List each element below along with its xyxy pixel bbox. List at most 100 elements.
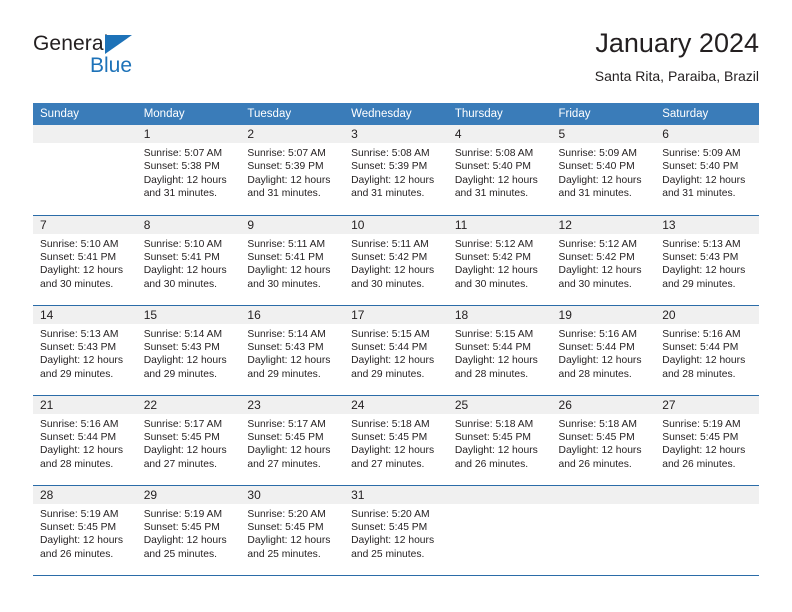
- day-daylight-text: and 28 minutes.: [454, 368, 529, 380]
- day-daylight-text: and 26 minutes.: [40, 548, 114, 560]
- day-number: 30: [240, 485, 345, 504]
- weekday-header-tuesday: Tuesday: [240, 103, 345, 125]
- day-daylight-text: Daylight: 12 hours: [143, 174, 227, 186]
- day-number: 17: [344, 305, 448, 324]
- day-number: 18: [447, 305, 552, 324]
- day-daylight-text: and 30 minutes.: [143, 278, 217, 290]
- day-sunset-text: Sunset: 5:44 PM: [558, 341, 635, 353]
- calendar-day-cell[interactable]: 26 Sunrise: 5:18 AM Sunset: 5:45 PM Dayligh…: [551, 395, 656, 486]
- calendar-day-cell[interactable]: 23 Sunrise: 5:17 AM Sunset: 5:45 PM Dayligh…: [240, 395, 345, 486]
- title-block: January 2024 Santa Rita, Paraiba, Brazil: [595, 26, 759, 86]
- day-cell-content: 19 Sunrise: 5:16 AM Sunset: 5:44 PM Dayligh…: [551, 305, 656, 395]
- calendar-day-cell[interactable]: 8 Sunrise: 5:10 AM Sunset: 5:41 PM Daylight…: [136, 215, 241, 306]
- calendar-day-cell[interactable]: 3 Sunrise: 5:08 AM Sunset: 5:39 PM Daylight…: [344, 125, 448, 216]
- day-cell-content: 5 Sunrise: 5:09 AM Sunset: 5:40 PM Daylight…: [551, 125, 656, 215]
- day-sunrise-text: Sunrise: 5:09 AM: [558, 148, 637, 159]
- day-number: 16: [240, 305, 345, 324]
- day-sunrise-text: Sunrise: 5:09 AM: [662, 148, 741, 159]
- day-daylight-text: and 27 minutes.: [351, 458, 425, 470]
- day-number: 24: [344, 395, 448, 414]
- calendar-day-cell[interactable]: 11 Sunrise: 5:12 AM Sunset: 5:42 PM Dayligh…: [447, 215, 552, 306]
- day-sunrise-text: Sunrise: 5:13 AM: [40, 328, 119, 340]
- calendar-day-cell[interactable]: 1 Sunrise: 5:07 AM Sunset: 5:38 PM Daylight…: [136, 125, 241, 216]
- day-sunrise-text: Sunrise: 5:07 AM: [247, 148, 326, 159]
- calendar-day-cell[interactable]: 20 Sunrise: 5:16 AM Sunset: 5:44 PM Dayligh…: [655, 305, 759, 396]
- calendar-day-cell[interactable]: 31 Sunrise: 5:20 AM Sunset: 5:45 PM Dayligh…: [344, 485, 448, 576]
- day-details: Sunrise: 5:10 AM Sunset: 5:41 PM Daylight:…: [33, 234, 137, 292]
- calendar-day-cell[interactable]: 9 Sunrise: 5:11 AM Sunset: 5:41 PM Daylight…: [240, 215, 345, 306]
- day-sunset-text: Sunset: 5:45 PM: [558, 431, 635, 443]
- day-sunrise-text: Sunrise: 5:16 AM: [40, 418, 119, 430]
- day-sunrise-text: Sunrise: 5:10 AM: [143, 238, 223, 250]
- day-number: 29: [136, 485, 241, 504]
- day-details: Sunrise: 5:11 AM Sunset: 5:41 PM Daylight:…: [240, 234, 344, 292]
- day-details: Sunrise: 5:08 AM Sunset: 5:40 PM Daylight:…: [448, 143, 552, 201]
- day-sunrise-text: Sunrise: 5:12 AM: [454, 238, 534, 250]
- calendar-day-cell[interactable]: 17 Sunrise: 5:15 AM Sunset: 5:44 PM Dayligh…: [344, 305, 448, 396]
- calendar-day-cell[interactable]: 12 Sunrise: 5:12 AM Sunset: 5:42 PM Dayligh…: [551, 215, 656, 306]
- calendar-week-row: 1 Sunrise: 5:07 AM Sunset: 5:38 PM Daylight…: [33, 125, 759, 216]
- day-daylight-text: and 26 minutes.: [558, 458, 632, 470]
- day-sunset-text: Sunset: 5:42 PM: [454, 251, 531, 263]
- day-cell-content: 27 Sunrise: 5:19 AM Sunset: 5:45 PM Dayligh…: [655, 395, 759, 485]
- day-daylight-text: Daylight: 12 hours: [143, 355, 227, 367]
- day-details: Sunrise: 5:10 AM Sunset: 5:41 PM Daylight:…: [137, 234, 241, 292]
- day-sunset-text: Sunset: 5:41 PM: [143, 251, 220, 263]
- calendar-day-cell[interactable]: 15 Sunrise: 5:14 AM Sunset: 5:43 PM Dayligh…: [136, 305, 241, 396]
- calendar-day-cell[interactable]: 6 Sunrise: 5:09 AM Sunset: 5:40 PM Daylight…: [655, 125, 759, 216]
- day-cell-content: 16 Sunrise: 5:14 AM Sunset: 5:43 PM Dayligh…: [240, 305, 345, 395]
- weekday-header-monday: Monday: [136, 103, 241, 125]
- day-sunset-text: Sunset: 5:43 PM: [143, 341, 220, 353]
- day-sunset-text: Sunset: 5:45 PM: [662, 431, 739, 443]
- day-details: Sunrise: 5:18 AM Sunset: 5:45 PM Daylight:…: [344, 414, 448, 472]
- day-cell-content: 13 Sunrise: 5:13 AM Sunset: 5:43 PM Dayligh…: [655, 215, 759, 305]
- day-daylight-text: and 29 minutes.: [247, 368, 321, 380]
- weekday-header-thursday: Thursday: [447, 103, 552, 125]
- day-sunrise-text: Sunrise: 5:17 AM: [143, 418, 223, 430]
- calendar-day-cell[interactable]: 19 Sunrise: 5:16 AM Sunset: 5:44 PM Dayligh…: [551, 305, 656, 396]
- page-title: January 2024: [595, 28, 759, 58]
- day-daylight-text: Daylight: 12 hours: [558, 174, 642, 186]
- calendar-day-cell[interactable]: 21 Sunrise: 5:16 AM Sunset: 5:44 PM Dayligh…: [33, 395, 137, 486]
- day-sunset-text: Sunset: 5:40 PM: [662, 161, 739, 173]
- day-details: Sunrise: 5:13 AM Sunset: 5:43 PM Daylight:…: [655, 234, 759, 292]
- day-sunset-text: Sunset: 5:42 PM: [351, 251, 428, 263]
- calendar-day-cell[interactable]: 2 Sunrise: 5:07 AM Sunset: 5:39 PM Daylight…: [240, 125, 345, 216]
- calendar-day-cell[interactable]: 18 Sunrise: 5:15 AM Sunset: 5:44 PM Dayligh…: [447, 305, 552, 396]
- day-daylight-text: and 27 minutes.: [247, 458, 321, 470]
- calendar-day-cell[interactable]: 30 Sunrise: 5:20 AM Sunset: 5:45 PM Dayligh…: [240, 485, 345, 576]
- day-sunset-text: Sunset: 5:45 PM: [247, 431, 324, 443]
- day-sunrise-text: Sunrise: 5:08 AM: [351, 148, 430, 159]
- day-details: Sunrise: 5:17 AM Sunset: 5:45 PM Daylight:…: [137, 414, 241, 472]
- logo-text-blue: Blue: [90, 54, 133, 77]
- day-daylight-text: and 30 minutes.: [454, 278, 529, 290]
- calendar-day-cell[interactable]: 22 Sunrise: 5:17 AM Sunset: 5:45 PM Dayligh…: [136, 395, 241, 486]
- calendar-day-cell[interactable]: 14 Sunrise: 5:13 AM Sunset: 5:43 PM Dayligh…: [33, 305, 137, 396]
- day-number: 25: [447, 395, 552, 414]
- day-cell-content: 3 Sunrise: 5:08 AM Sunset: 5:39 PM Daylight…: [344, 125, 448, 215]
- general-blue-logo[interactable]: General Blue: [33, 32, 253, 88]
- day-cell-content: 12 Sunrise: 5:12 AM Sunset: 5:42 PM Dayligh…: [551, 215, 656, 305]
- calendar-day-cell[interactable]: 25 Sunrise: 5:18 AM Sunset: 5:45 PM Dayligh…: [447, 395, 552, 486]
- calendar-day-cell[interactable]: 7 Sunrise: 5:10 AM Sunset: 5:41 PM Daylight…: [33, 215, 137, 306]
- calendar-day-cell[interactable]: 13 Sunrise: 5:13 AM Sunset: 5:43 PM Dayligh…: [655, 215, 759, 306]
- calendar-day-cell[interactable]: 29 Sunrise: 5:19 AM Sunset: 5:45 PM Dayligh…: [136, 485, 241, 576]
- day-daylight-text: and 30 minutes.: [247, 278, 321, 290]
- calendar-day-cell[interactable]: 27 Sunrise: 5:19 AM Sunset: 5:45 PM Dayligh…: [655, 395, 759, 486]
- day-sunset-text: Sunset: 5:41 PM: [247, 251, 324, 263]
- day-sunset-text: Sunset: 5:45 PM: [247, 521, 324, 533]
- day-sunrise-text: Sunrise: 5:12 AM: [558, 238, 637, 250]
- day-daylight-text: and 31 minutes.: [662, 188, 736, 200]
- day-daylight-text: and 28 minutes.: [558, 368, 632, 380]
- calendar-day-cell[interactable]: 16 Sunrise: 5:14 AM Sunset: 5:43 PM Dayligh…: [240, 305, 345, 396]
- calendar-day-cell[interactable]: 5 Sunrise: 5:09 AM Sunset: 5:40 PM Daylight…: [551, 125, 656, 216]
- day-cell-content: 21 Sunrise: 5:16 AM Sunset: 5:44 PM Dayligh…: [33, 395, 137, 485]
- calendar-day-cell[interactable]: 10 Sunrise: 5:11 AM Sunset: 5:42 PM Dayligh…: [344, 215, 448, 306]
- calendar-week-row: 21 Sunrise: 5:16 AM Sunset: 5:44 PM Dayligh…: [33, 395, 759, 486]
- calendar-day-cell[interactable]: 28 Sunrise: 5:19 AM Sunset: 5:45 PM Dayligh…: [33, 485, 137, 576]
- day-number: 15: [136, 305, 241, 324]
- calendar-day-cell[interactable]: 4 Sunrise: 5:08 AM Sunset: 5:40 PM Daylight…: [447, 125, 552, 216]
- calendar-day-cell: [655, 485, 759, 576]
- day-daylight-text: Daylight: 12 hours: [247, 355, 331, 367]
- calendar-day-cell[interactable]: 24 Sunrise: 5:18 AM Sunset: 5:45 PM Dayligh…: [344, 395, 448, 486]
